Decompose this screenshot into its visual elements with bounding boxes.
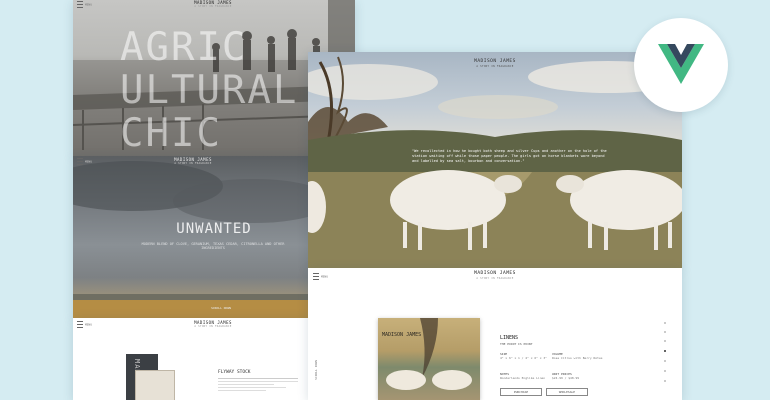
vue-badge — [634, 18, 728, 112]
storm-photo — [73, 161, 313, 318]
brand-logo[interactable]: MADISON JAMES — [458, 59, 532, 64]
vue-logo — [658, 44, 704, 84]
product-name: FLYWAY STOCK — [218, 370, 251, 375]
menu-icon — [77, 1, 83, 8]
brand-subtitle: A STORY IN FRAGRANCE — [476, 277, 514, 280]
pagination-dot[interactable] — [664, 340, 666, 342]
pagination-dot-active[interactable] — [664, 350, 666, 352]
field-value-notes: Wonderlands Englike Linen — [500, 376, 546, 380]
unwanted-page-preview: MENU MADISON JAMES A STORY IN FRAGRANCE … — [73, 156, 313, 318]
menu-icon — [77, 321, 83, 328]
pagination-dot[interactable] — [664, 380, 666, 382]
product-page-preview: MENU MADISON JAMES A STORY IN FRAGRANCE … — [308, 268, 682, 400]
product-card-image: MADISON JAMES — [378, 318, 480, 400]
scroll-indicator[interactable]: SCROLL DOWN — [201, 306, 241, 310]
product-name: LINENS — [500, 335, 519, 341]
headline-line-3: CHIC — [120, 111, 222, 156]
brand-subtitle: A STORY IN FRAGRANCE — [194, 5, 232, 8]
menu-icon — [77, 158, 83, 165]
pagination-dot[interactable] — [664, 360, 666, 362]
field-value-volume: Rose Citrus with Berry Notes — [552, 356, 603, 360]
product-title: UNWANTED — [176, 221, 252, 237]
brand-subtitle: A STORY IN FRAGRANCE — [194, 325, 232, 328]
purchase-button[interactable]: PURCHASE — [500, 388, 542, 396]
product-body-text — [218, 378, 298, 391]
flyway-page-preview: MENU MADISON JAMES A STORY IN FRAGRANCE … — [73, 318, 313, 400]
story-quote: "We recollected in how he bought both sh… — [412, 149, 607, 163]
wholesale-button[interactable]: WHOLESALE — [546, 388, 588, 396]
card-art — [386, 318, 472, 390]
menu-button[interactable]: MENU — [313, 273, 328, 280]
field-value-unit-prices: $24.99 / $48.99 — [552, 376, 580, 380]
headline-line-1: AGRIC — [120, 25, 248, 70]
product-tagline: THE POINT IS POINT — [500, 342, 533, 346]
pagination-dot[interactable] — [664, 331, 666, 333]
menu-button[interactable]: MENU — [77, 1, 92, 8]
pagination-dot[interactable] — [664, 370, 666, 372]
menu-icon — [313, 273, 319, 280]
sheep-page-preview: MADISON JAMES A STORY IN FRAGRANCE "We r… — [308, 52, 682, 268]
brand-subtitle: A STORY IN FRAGRANCE — [476, 65, 514, 68]
field-value-size: 4" x 6" x 1 / 4" x 6" x 3" — [500, 356, 547, 360]
product-photo — [135, 370, 175, 400]
scroll-indicator[interactable]: SCROLL DOWN — [314, 360, 318, 380]
pagination-dot[interactable] — [664, 322, 666, 324]
menu-button[interactable]: MENU — [77, 158, 92, 165]
headline-line-2: ULTURAL — [120, 68, 299, 113]
menu-button[interactable]: MENU — [77, 321, 92, 328]
product-description: MODERN BLEND OF CLOVE, GERANIUM, TEXAS C… — [141, 242, 285, 250]
brand-logo[interactable]: MADISON JAMES — [458, 271, 532, 276]
brand-subtitle: A STORY IN FRAGRANCE — [174, 162, 212, 165]
